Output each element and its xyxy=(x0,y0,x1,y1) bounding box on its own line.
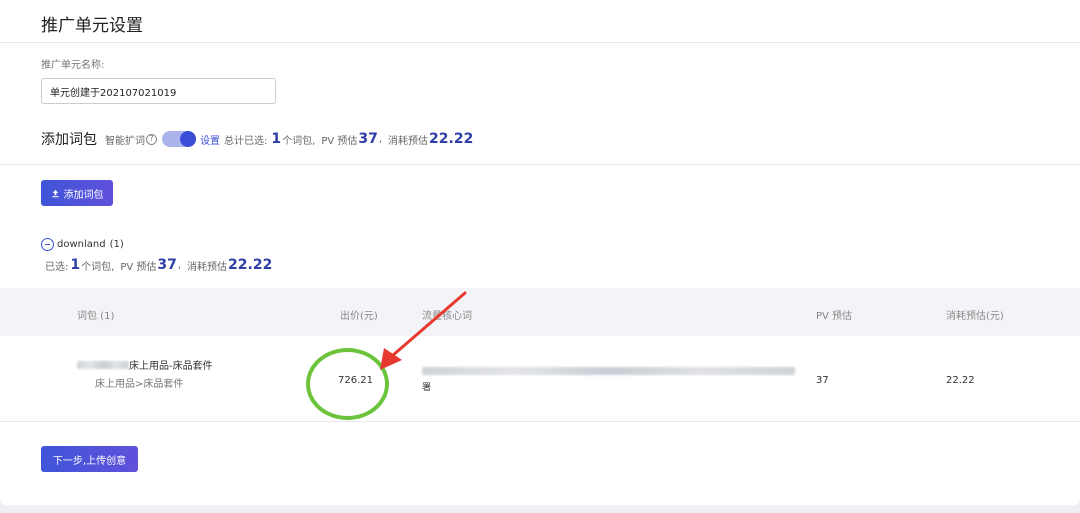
next-button-label: 下一步,上传创意 xyxy=(52,455,127,467)
header-divider xyxy=(0,42,1080,43)
total-pv-value: 37 xyxy=(358,131,378,147)
page-title: 推广单元设置 xyxy=(41,16,143,36)
group-selected-count: 1 xyxy=(70,257,81,273)
table-header: 词包 (1) 出价(元) 流量核心词 PV 预估 消耗预估(元) xyxy=(0,288,1080,336)
smart-expand-label: 智能扩词 xyxy=(105,135,145,147)
annotation-arrow-icon xyxy=(380,291,467,370)
unit-name-label: 推广单元名称: xyxy=(41,60,105,71)
total-cost-label: 消耗预估 xyxy=(388,135,429,147)
cost-value: 22.22 xyxy=(946,375,975,386)
collapse-minus-icon[interactable] xyxy=(41,237,54,251)
blurred-text xyxy=(422,367,795,375)
group-pv-value: 37 xyxy=(157,257,177,273)
group-header[interactable]: downland (1) xyxy=(41,236,124,252)
upload-icon xyxy=(51,189,59,197)
page-card: 推广单元设置 推广单元名称: 添加词包 智能扩词 ? 设置 总计已选: 1 个词… xyxy=(0,0,1080,505)
header-cost: 消耗预估(元) xyxy=(946,311,1004,322)
group-selected-summary: 已选: 1 个词包, PV 预估 37 , 消耗预估 22.22 xyxy=(45,256,273,274)
add-keyword-package-button[interactable]: 添加词包 xyxy=(41,180,113,206)
group-pv-label: PV 预估 xyxy=(120,261,157,273)
pv-value: 37 xyxy=(816,375,829,386)
group-selected-label: 已选: xyxy=(45,261,69,273)
group-cost-value: 22.22 xyxy=(228,257,273,273)
core-words-tail: 署 xyxy=(422,383,432,393)
total-count-unit: 个词包, xyxy=(282,135,316,147)
package-name-suffix: 床上用品-床品套件 xyxy=(129,361,213,372)
total-selected-label: 总计已选: xyxy=(224,135,268,147)
toggle-knob xyxy=(180,131,196,147)
total-cost-separator: , xyxy=(378,133,383,145)
header-pv: PV 预估 xyxy=(816,311,853,322)
next-upload-creative-button[interactable]: 下一步,上传创意 xyxy=(41,446,138,472)
keyword-package-header: 添加词包 智能扩词 ? 设置 总计已选: 1 个词包, PV 预估 37 , 消… xyxy=(41,128,474,150)
settings-link[interactable]: 设置 xyxy=(200,132,220,147)
total-count: 1 xyxy=(271,131,282,147)
unit-name-input[interactable] xyxy=(41,78,276,104)
group-selected-unit: 个词包, xyxy=(81,261,115,273)
package-name: 床上用品-床品套件 xyxy=(77,357,213,372)
smart-expand-toggle[interactable] xyxy=(162,131,196,147)
package-category: 床上用品>床品套件 xyxy=(95,379,184,390)
group-name: downland xyxy=(57,238,106,250)
help-icon[interactable]: ? xyxy=(146,133,157,145)
keyword-package-title: 添加词包 xyxy=(41,132,97,148)
core-words-blurred xyxy=(422,367,795,378)
header-package: 词包 (1) xyxy=(77,311,115,322)
section-divider xyxy=(0,164,1080,165)
group-count: (1) xyxy=(109,238,124,250)
blurred-text xyxy=(77,360,129,369)
total-cost-value: 22.22 xyxy=(429,131,474,147)
group-cost-separator: , xyxy=(177,259,182,271)
table-row: 床上用品-床品套件 床上用品>床品套件 726.21 署 37 22.22 xyxy=(0,337,1080,422)
total-pv-label: PV 预估 xyxy=(321,135,358,147)
group-cost-label: 消耗预估 xyxy=(187,261,228,273)
add-keyword-package-label: 添加词包 xyxy=(63,189,104,201)
